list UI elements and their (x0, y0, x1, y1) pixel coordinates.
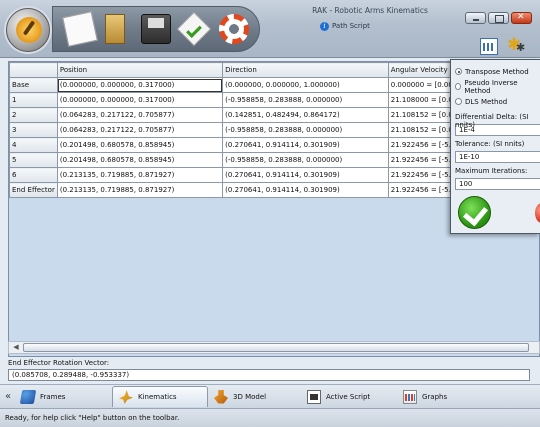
direction-cell[interactable]: (-0.958858, 0.283888, 0.000000) (222, 152, 389, 168)
frames-icon (19, 389, 37, 404)
direction-cell[interactable]: (-0.958858, 0.283888, 0.000000) (222, 92, 389, 108)
tolerance-input[interactable]: 1E-10 (455, 151, 540, 163)
collapse-chevron-icon[interactable]: « (5, 391, 11, 402)
position-cell[interactable]: (0.000000, 0.000000, 0.317000) (56, 92, 224, 108)
position-cell[interactable]: (0.201498, 0.680578, 0.858945) (56, 137, 224, 153)
radio-transpose-method[interactable]: Transpose Method (455, 64, 536, 79)
direction-cell[interactable]: (0.000000, 0.000000, 1.000000) (222, 77, 389, 93)
radio-pseudo-inverse-method[interactable]: Pseudo Inverse Method (455, 78, 536, 95)
row-label: 3 (9, 122, 58, 138)
radio-label: DLS Method (465, 97, 508, 106)
horizontal-scrollbar[interactable]: ◀ (8, 341, 540, 354)
rotation-vector-field[interactable]: (0.085708, 0.289488, -0.953337) (8, 369, 530, 381)
help-lifebuoy-icon[interactable] (219, 14, 249, 44)
position-cell[interactable]: (0.064283, 0.217122, 0.705877) (56, 107, 224, 123)
tab-3d-model[interactable]: 3D Model (208, 386, 272, 407)
column-header (9, 62, 58, 78)
direction-cell[interactable]: (0.270641, 0.914114, 0.301909) (222, 137, 389, 153)
open-folder-icon[interactable] (105, 14, 125, 44)
scrollbar-thumb[interactable] (23, 343, 529, 352)
tab-label: Path Script (332, 22, 370, 30)
radio-label: Transpose Method (465, 67, 529, 76)
differential-delta-input[interactable]: 1E-4 (455, 124, 540, 136)
tab-label: Graphs (422, 392, 448, 401)
tab-label: Active Script (326, 392, 371, 401)
tab-label: Kinematics (138, 393, 177, 401)
position-cell[interactable]: (0.000000, 0.000000, 0.317000) (56, 77, 224, 93)
maximize-icon[interactable] (488, 12, 509, 24)
cancel-icon[interactable] (535, 203, 540, 223)
calculator-icon[interactable] (480, 38, 498, 55)
info-icon: i (320, 21, 329, 31)
position-cell[interactable]: (0.213135, 0.719885, 0.871927) (56, 182, 224, 198)
row-label: 4 (9, 137, 58, 153)
position-cell[interactable]: (0.064283, 0.217122, 0.705877) (56, 122, 224, 138)
row-label: End Effector (9, 182, 58, 198)
position-cell[interactable]: (0.201498, 0.680578, 0.858945) (56, 152, 224, 168)
ik-settings-panel: Transpose Method Pseudo Inverse Method D… (450, 59, 540, 234)
apply-checkmark-button[interactable] (458, 196, 491, 229)
column-header-direction[interactable]: Direction (222, 62, 389, 78)
column-header-position[interactable]: Position (56, 62, 224, 78)
status-bar: Ready, for help click "Help" button on t… (0, 408, 540, 427)
scroll-left-arrow-icon[interactable]: ◀ (11, 343, 21, 352)
tab-active-script[interactable]: Active Script (301, 386, 376, 407)
script-icon (307, 389, 321, 404)
direction-cell[interactable]: (-0.958858, 0.283888, 0.000000) (222, 122, 389, 138)
tab-label: Frames (40, 392, 66, 401)
row-label: 1 (9, 92, 58, 108)
rotation-vector-label: End Effector Rotation Vector: (8, 359, 110, 367)
minimize-icon[interactable] (465, 12, 486, 24)
tab-frames[interactable]: Frames (15, 386, 71, 407)
save-icon[interactable] (141, 14, 171, 44)
radio-selected-icon (455, 68, 462, 75)
checkmark-icon[interactable] (177, 12, 211, 46)
3d-model-icon (214, 389, 228, 404)
row-label: Base (9, 77, 58, 93)
direction-cell[interactable]: (0.142851, 0.482494, 0.864172) (222, 107, 389, 123)
radio-unselected-icon (455, 98, 462, 105)
window-title: RAK - Robotic Arms Kinematics (312, 6, 428, 15)
bottom-tab-bar: « Frames Kinematics 3D Model Active Scri… (0, 384, 540, 408)
radio-dls-method[interactable]: DLS Method (455, 94, 536, 109)
radio-unselected-icon (455, 83, 462, 90)
row-label: 6 (9, 167, 58, 183)
robot-arm-logo-icon (16, 17, 42, 43)
direction-cell[interactable]: (0.270641, 0.914114, 0.301909) (222, 167, 389, 183)
position-cell[interactable]: (0.213135, 0.719885, 0.871927) (56, 167, 224, 183)
tab-path-script[interactable]: i Path Script (320, 19, 370, 33)
direction-cell[interactable]: (0.270641, 0.914114, 0.301909) (222, 182, 389, 198)
gears-icon[interactable] (507, 35, 525, 55)
close-icon[interactable] (511, 12, 532, 24)
tolerance-label: Tolerance: (SI nnits) (455, 140, 525, 148)
radio-label: Pseudo Inverse Method (464, 78, 518, 95)
new-document-icon[interactable] (62, 11, 98, 47)
top-toolbar: RAK - Robotic Arms Kinematics i Path Scr… (0, 0, 540, 58)
max-iterations-input[interactable]: 100 (455, 178, 540, 190)
row-label: 5 (9, 152, 58, 168)
max-iterations-label: Maximum Iterations: (455, 167, 528, 175)
row-label: 2 (9, 107, 58, 123)
graphs-icon (403, 389, 417, 404)
window-controls (465, 12, 532, 24)
differential-delta-label: Differential Delta: (SI nnits) (455, 113, 529, 129)
application-menu-button[interactable] (6, 8, 50, 52)
quick-access-toolbar (52, 6, 260, 52)
tab-graphs[interactable]: Graphs (397, 386, 453, 407)
kinematics-icon (119, 390, 133, 404)
tab-kinematics[interactable]: Kinematics (112, 386, 208, 407)
tab-label: 3D Model (233, 392, 267, 401)
